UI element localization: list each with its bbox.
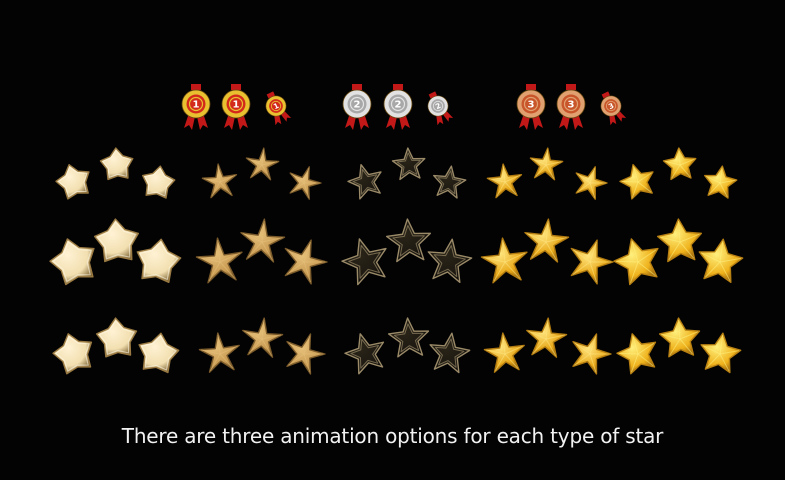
gold-plump-star-icon [700, 332, 742, 374]
svg-text:1: 1 [233, 100, 240, 111]
cream-plump-star-icon [138, 332, 180, 374]
svg-text:3: 3 [528, 100, 535, 111]
bronze-medal-icon: 3 [556, 84, 586, 130]
gold-slim-star-icon [529, 147, 564, 181]
sand-starfish-star-icon [201, 163, 238, 199]
silver-medal-icon: 2 [427, 91, 454, 126]
gold-plump-star-icon [619, 164, 654, 200]
gold-slim-star-icon [572, 333, 612, 375]
gold-slim-star-icon [486, 163, 523, 199]
gold-slim-star-icon [575, 166, 608, 200]
silver-medal-icon: 2 [342, 84, 372, 130]
dark-outline-star-icon [427, 238, 473, 284]
caption-text: There are three animation options for ea… [121, 424, 664, 448]
svg-text:2: 2 [395, 100, 402, 111]
dark-outline-star-icon [429, 332, 471, 374]
cream-plump-star-icon [55, 164, 90, 200]
cream-plump-star-icon [142, 165, 176, 199]
gold-medal-icon: 1 [265, 91, 292, 126]
sand-starfish-star-icon [284, 239, 328, 285]
star-sprite-sheet: 1 1 1 2 2 2 3 3 3 There are three animation opti… [0, 0, 785, 480]
gold-plump-star-icon [704, 165, 738, 199]
sand-starfish-star-icon [286, 333, 326, 375]
svg-text:3: 3 [568, 100, 575, 111]
silver-medal-icon: 2 [383, 84, 413, 130]
bronze-medal-icon: 3 [516, 84, 546, 130]
svg-text:2: 2 [354, 100, 361, 111]
sand-starfish-star-icon [245, 147, 280, 181]
dark-outline-star-icon [433, 165, 467, 199]
cream-plump-star-icon [136, 238, 182, 284]
cream-plump-star-icon [99, 147, 134, 181]
gold-medal-icon: 1 [221, 84, 251, 130]
svg-text:1: 1 [193, 100, 200, 111]
dark-outline-star-icon [347, 164, 382, 200]
bronze-medal-icon: 3 [600, 91, 627, 126]
gold-medal-icon: 1 [181, 84, 211, 130]
gold-plump-star-icon [698, 238, 744, 284]
sand-starfish-star-icon [289, 166, 322, 200]
